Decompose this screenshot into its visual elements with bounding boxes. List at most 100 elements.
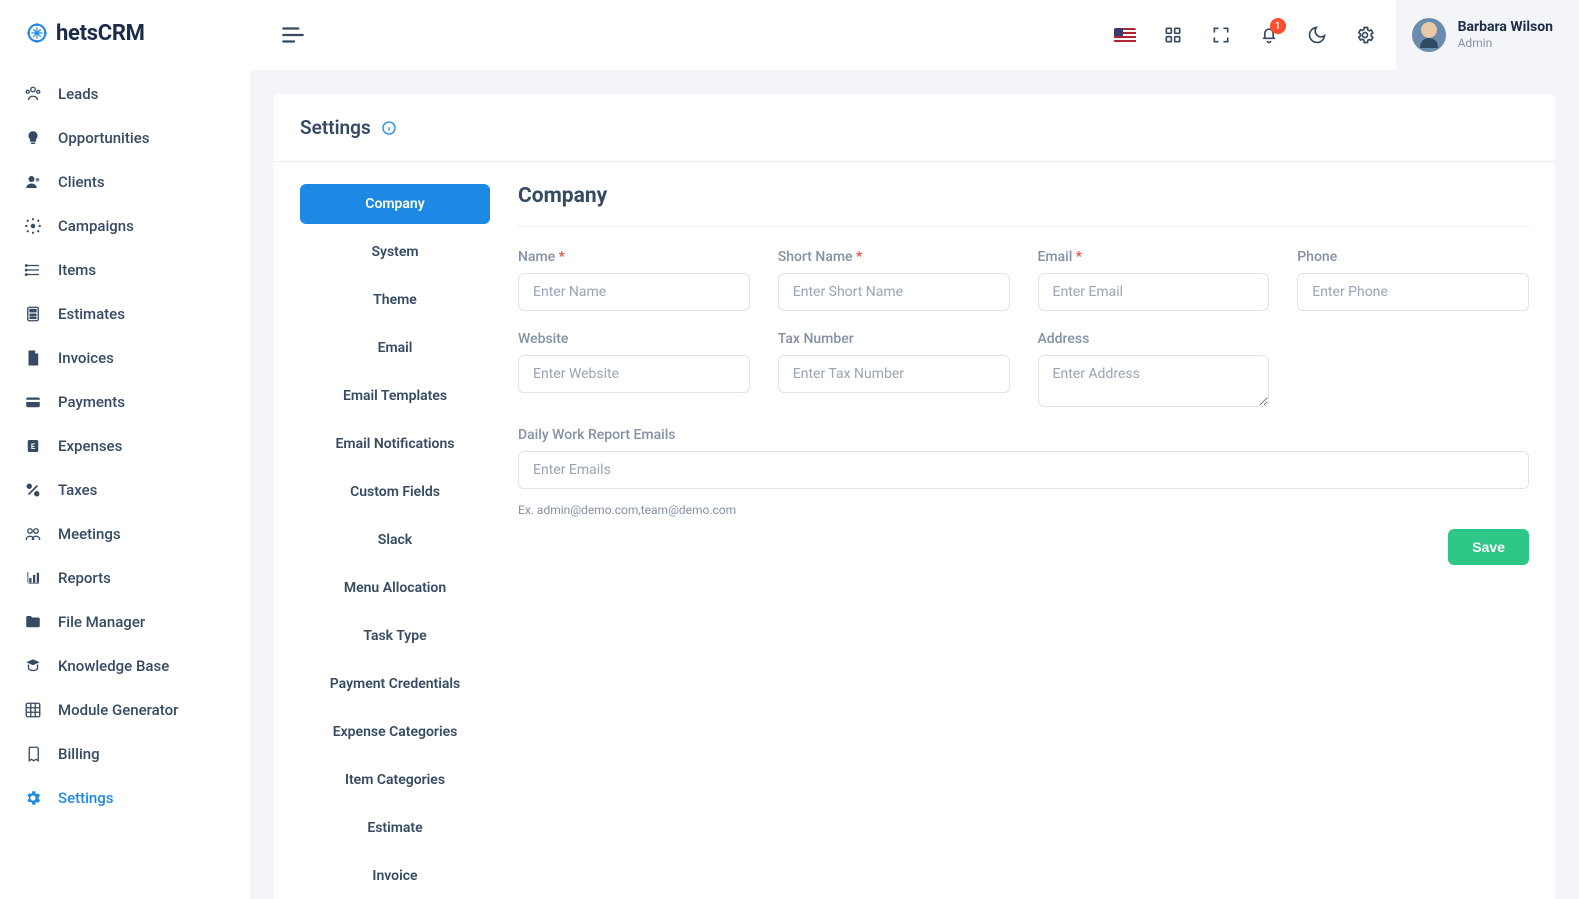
tab-email-templates[interactable]: Email Templates [300,376,490,416]
sidebar-item-label: Reports [58,569,111,587]
save-button[interactable]: Save [1448,529,1529,565]
sidebar-item-label: Knowledge Base [58,657,169,675]
sidebar-item-label: Payments [58,393,125,411]
tab-task-type[interactable]: Task Type [300,616,490,656]
items-icon [24,261,42,279]
settings-panel: Settings Company System Theme Email Emai… [274,94,1555,899]
tab-expense-categories[interactable]: Expense Categories [300,712,490,752]
name-label: Name * [518,249,750,265]
invoices-icon [24,349,42,367]
sidebar-item-label: Leads [58,85,98,103]
address-label: Address [1038,331,1270,347]
email-input[interactable] [1038,273,1270,311]
sidebar-item-label: Items [58,261,96,279]
dark-mode-toggle[interactable] [1306,24,1328,46]
sidebar-item-expenses[interactable]: E Expenses [0,424,250,468]
language-flag[interactable] [1114,24,1136,46]
campaigns-icon [24,217,42,235]
short-name-input[interactable] [778,273,1010,311]
sidebar-item-label: Estimates [58,305,125,323]
us-flag-icon [1114,28,1136,43]
clients-icon [24,173,42,191]
website-label: Website [518,331,750,347]
tab-system[interactable]: System [300,232,490,272]
expenses-icon: E [24,437,42,455]
sidebar-item-invoices[interactable]: Invoices [0,336,250,380]
sidebar-item-items[interactable]: Items [0,248,250,292]
sidebar-item-label: Settings [58,789,114,807]
billing-icon [24,745,42,763]
estimates-icon [24,305,42,323]
sidebar-item-label: Meetings [58,525,121,543]
sidebar-item-knowledge-base[interactable]: Knowledge Base [0,644,250,688]
sidebar-item-label: Invoices [58,349,114,367]
sidebar: hetsCRM Leads Opportunities Clients Camp… [0,0,250,899]
tab-item-categories[interactable]: Item Categories [300,760,490,800]
tab-payment-credentials[interactable]: Payment Credentials [300,664,490,704]
logo[interactable]: hetsCRM [0,0,250,64]
notifications-bell[interactable]: 1 [1258,24,1280,46]
user-role: Admin [1458,36,1553,50]
tab-email[interactable]: Email [300,328,490,368]
sidebar-item-file-manager[interactable]: File Manager [0,600,250,644]
payments-icon [24,393,42,411]
sidebar-item-opportunities[interactable]: Opportunities [0,116,250,160]
page-title: Settings [300,116,371,139]
sidebar-item-estimates[interactable]: Estimates [0,292,250,336]
tax-number-input[interactable] [778,355,1010,393]
tax-number-label: Tax Number [778,331,1010,347]
tab-theme[interactable]: Theme [300,280,490,320]
website-input[interactable] [518,355,750,393]
tab-slack[interactable]: Slack [300,520,490,560]
sidebar-item-label: Campaigns [58,217,134,235]
hamburger-toggle[interactable] [280,22,306,48]
info-icon[interactable] [381,120,397,136]
sidebar-item-module-generator[interactable]: Module Generator [0,688,250,732]
sidebar-item-meetings[interactable]: Meetings [0,512,250,556]
user-menu[interactable]: Barbara Wilson Admin [1396,0,1579,70]
form-heading: Company [518,184,1529,227]
sidebar-item-taxes[interactable]: Taxes [0,468,250,512]
sidebar-item-leads[interactable]: Leads [0,72,250,116]
email-label: Email * [1038,249,1270,265]
phone-input[interactable] [1297,273,1529,311]
knowledge-icon [24,657,42,675]
sidebar-item-label: Clients [58,173,105,191]
address-input[interactable] [1038,355,1270,407]
topbar: 1 Barbara Wilson Admin [250,0,1579,70]
grid-icon [24,701,42,719]
opportunities-icon [24,129,42,147]
folder-icon [24,613,42,631]
name-input[interactable] [518,273,750,311]
sidebar-item-billing[interactable]: Billing [0,732,250,776]
sidebar-item-reports[interactable]: Reports [0,556,250,600]
leads-icon [24,85,42,103]
phone-label: Phone [1297,249,1529,265]
sidebar-item-campaigns[interactable]: Campaigns [0,204,250,248]
sidebar-item-settings[interactable]: Settings [0,776,250,820]
sidebar-item-label: Module Generator [58,701,178,719]
short-name-label: Short Name * [778,249,1010,265]
reports-icon [24,569,42,587]
sidebar-item-clients[interactable]: Clients [0,160,250,204]
user-name: Barbara Wilson [1458,19,1553,36]
tab-custom-fields[interactable]: Custom Fields [300,472,490,512]
tab-invoice[interactable]: Invoice [300,856,490,896]
tab-email-notifications[interactable]: Email Notifications [300,424,490,464]
settings-tabs: Company System Theme Email Email Templat… [300,184,490,899]
sidebar-nav: Leads Opportunities Clients Campaigns It… [0,64,250,899]
fullscreen-icon[interactable] [1210,24,1232,46]
sidebar-item-label: Expenses [58,437,122,455]
tab-menu-allocation[interactable]: Menu Allocation [300,568,490,608]
gear-icon [24,789,42,807]
taxes-icon [24,481,42,499]
meetings-icon [24,525,42,543]
tab-estimate[interactable]: Estimate [300,808,490,848]
tab-company[interactable]: Company [300,184,490,224]
avatar [1412,18,1446,52]
daily-emails-input[interactable] [518,451,1529,489]
settings-gear-icon[interactable] [1354,24,1376,46]
sidebar-item-payments[interactable]: Payments [0,380,250,424]
notification-badge: 1 [1270,18,1286,34]
apps-grid-icon[interactable] [1162,24,1184,46]
